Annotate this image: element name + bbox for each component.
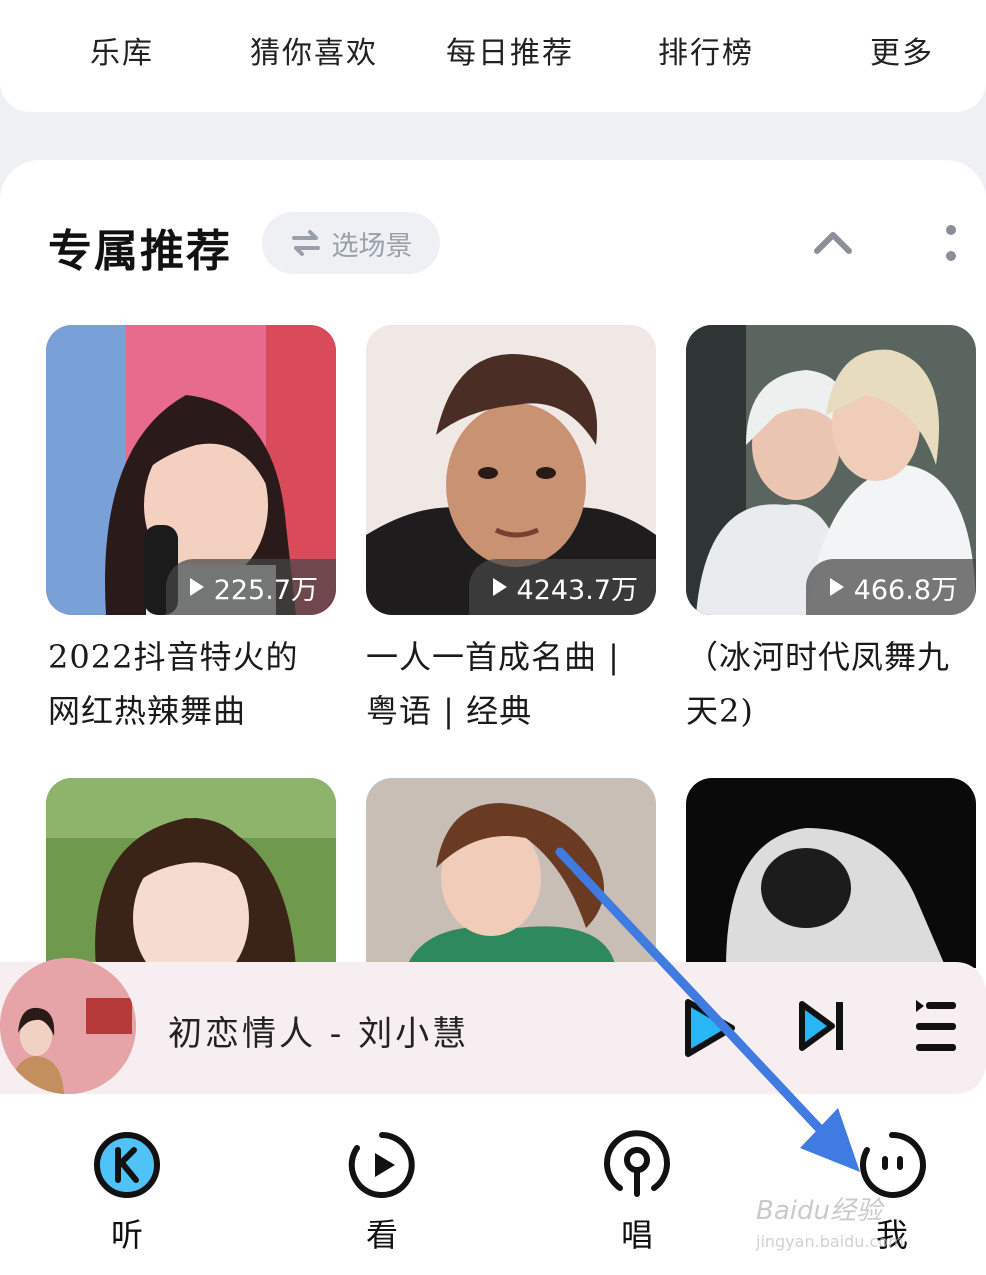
nav-listen[interactable]: 听 [82,1128,172,1254]
nav-sing[interactable]: 唱 [592,1128,682,1254]
choose-scene-label: 选场景 [331,230,413,262]
playlist-title[interactable]: （冰河时代凤舞九 天2) [686,630,986,738]
kugou-k-icon [94,1132,160,1198]
cover-image [46,778,336,968]
cover-image [686,778,976,968]
nav-watch[interactable]: 看 [337,1128,427,1254]
more-vertical-icon[interactable] [940,222,962,266]
tab-charts[interactable]: 排行榜 [658,28,754,72]
nav-listen-label: 听 [110,1216,143,1254]
play-count: 466.8万 [853,574,958,606]
nav-watch-label: 看 [365,1216,398,1254]
album-art-image [0,958,136,1094]
now-playing-title[interactable]: 初恋情人 - 刘小慧 [168,1006,469,1055]
microphone-icon [604,1130,670,1197]
tab-daily-recommend[interactable]: 每日推荐 [446,28,574,72]
now-playing-cover[interactable] [0,958,136,1094]
section-title: 专属推荐 [48,226,232,277]
play-icon [492,578,507,596]
playlist-cover[interactable] [46,778,336,968]
play-icon [829,578,844,596]
skip-next-icon[interactable] [796,996,848,1056]
playlist-cover[interactable]: 225.7万 [46,325,336,615]
play-count: 4243.7万 [516,574,638,606]
chevron-up-icon[interactable] [812,226,854,258]
playlist-icon[interactable] [912,996,962,1056]
playlist-title[interactable]: 一人一首成名曲 | 粤语 | 经典 [366,630,666,738]
nav-sing-label: 唱 [620,1216,653,1254]
playlist-cover[interactable]: 4243.7万 [366,325,656,615]
play-count-badge: 466.8万 [805,559,976,615]
swap-icon [291,230,320,256]
choose-scene-button[interactable]: 选场景 [262,212,440,274]
play-icon[interactable] [680,996,738,1060]
playlist-cover[interactable] [366,778,656,968]
category-bar: 乐库 猜你喜欢 每日推荐 排行榜 更多 [0,0,986,112]
play-count-badge: 4243.7万 [468,559,656,615]
video-play-icon [348,1132,415,1198]
play-icon [189,578,204,596]
playlist-title[interactable]: 2022抖音特火的 网红热辣舞曲 [48,630,348,738]
play-count-badge: 225.7万 [165,559,336,615]
watermark-logo: Baidu经验 [756,1196,882,1226]
play-count: 225.7万 [213,574,318,606]
cover-image [366,778,656,968]
tab-library[interactable]: 乐库 [90,28,154,72]
tab-guess-you-like[interactable]: 猜你喜欢 [250,28,378,72]
tab-more[interactable]: 更多 [870,28,934,72]
watermark-url: jingyan.baidu.com [756,1232,904,1251]
playlist-cover[interactable]: 466.8万 [686,325,976,615]
playlist-cover[interactable] [686,778,976,968]
